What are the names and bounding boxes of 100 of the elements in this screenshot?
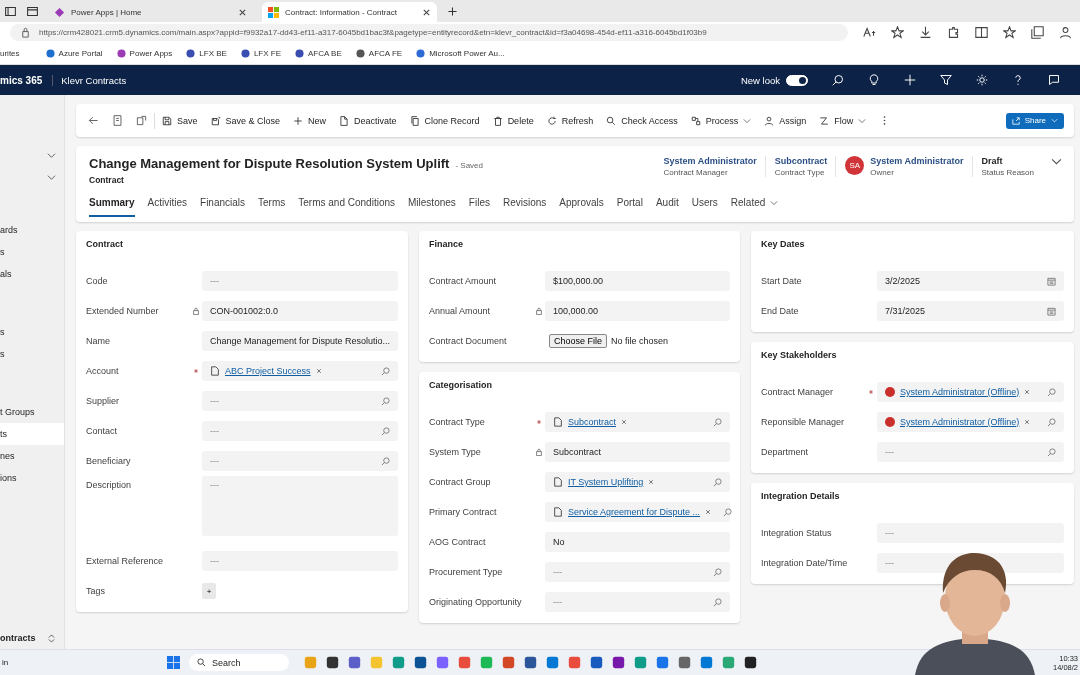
app-icon[interactable] bbox=[326, 656, 339, 669]
filter-icon[interactable] bbox=[940, 74, 952, 86]
chevron-down-icon[interactable] bbox=[47, 151, 56, 160]
browser-tab[interactable]: Contract: Information - Contract bbox=[262, 2, 437, 22]
chat-icon[interactable] bbox=[1048, 74, 1060, 86]
profile-icon[interactable] bbox=[1059, 25, 1072, 39]
lookup-field[interactable]: Service Agreement for Dispute ... bbox=[545, 502, 730, 522]
pop-out-icon[interactable] bbox=[136, 115, 147, 126]
lookup-link[interactable]: Subcontract bbox=[568, 417, 617, 427]
app-name[interactable]: Klevr Contracts bbox=[61, 74, 127, 86]
lookup-field[interactable]: System Administrator (Offline) bbox=[877, 382, 1064, 402]
command-button[interactable]: Delete bbox=[492, 115, 534, 126]
form-tab[interactable]: Approvals bbox=[559, 197, 604, 217]
bookmark[interactable]: AFCA FE bbox=[355, 48, 403, 58]
windows-start-icon[interactable] bbox=[167, 656, 180, 669]
lookup-field[interactable]: IT System Uplifting bbox=[545, 472, 730, 492]
lookup-field[interactable]: ABC Project Success bbox=[202, 361, 398, 381]
browser-tab[interactable]: Power Apps | Home bbox=[48, 2, 253, 22]
chevron-down-icon[interactable] bbox=[47, 173, 56, 182]
remove-icon[interactable] bbox=[1024, 389, 1031, 395]
date-field[interactable]: 7/31/2025 bbox=[877, 301, 1064, 321]
command-button[interactable]: Flow bbox=[819, 115, 867, 126]
product-name[interactable]: mics 365 bbox=[0, 74, 54, 86]
bookmark[interactable]: LFX FE bbox=[240, 48, 281, 58]
calendar-icon[interactable] bbox=[1047, 306, 1056, 316]
command-button[interactable]: Clone Record bbox=[409, 115, 480, 126]
new-look-toggle[interactable] bbox=[786, 74, 808, 86]
split-screen-icon[interactable] bbox=[975, 25, 988, 39]
download-icon[interactable] bbox=[919, 25, 932, 39]
workspaces-icon[interactable] bbox=[4, 4, 17, 18]
lookup-link[interactable]: Service Agreement for Dispute ... bbox=[568, 507, 701, 517]
form-tab[interactable]: Summary bbox=[89, 197, 135, 217]
lookup-field[interactable]: System Administrator (Offline) bbox=[877, 412, 1064, 432]
command-button[interactable]: Assign bbox=[764, 115, 807, 126]
plus-icon[interactable] bbox=[904, 74, 916, 86]
app-icon[interactable] bbox=[744, 656, 757, 669]
form-tab[interactable]: Files bbox=[468, 197, 490, 217]
remove-icon[interactable] bbox=[621, 419, 628, 425]
sidebar-item[interactable]: t Groups bbox=[0, 401, 64, 423]
sidebar-item[interactable]: als bbox=[0, 263, 64, 285]
tab-actions-icon[interactable] bbox=[26, 4, 39, 18]
input-field[interactable]: $100,000.00 bbox=[545, 271, 730, 291]
command-button[interactable]: Deactivate bbox=[339, 115, 397, 126]
sidebar-item[interactable]: ards bbox=[0, 219, 64, 241]
bookmark[interactable]: Power Apps bbox=[116, 48, 173, 58]
sidebar-item[interactable]: s bbox=[0, 321, 64, 343]
bookmark[interactable]: AFCA BE bbox=[295, 48, 342, 58]
lookup-link[interactable]: IT System Uplifting bbox=[568, 477, 644, 487]
share-button[interactable]: Share bbox=[1005, 112, 1064, 129]
taskbar-search[interactable]: Search bbox=[189, 654, 289, 671]
form-tab[interactable]: Financials bbox=[200, 197, 246, 217]
up-down-icon[interactable] bbox=[47, 633, 56, 643]
form-tab[interactable]: Activities bbox=[147, 197, 188, 217]
app-icon[interactable] bbox=[612, 656, 625, 669]
input-field[interactable]: 100,000.00 bbox=[545, 301, 730, 321]
sidebar-item[interactable]: s bbox=[0, 343, 64, 365]
settings-icon[interactable] bbox=[976, 74, 988, 86]
form-tab[interactable]: Milestones bbox=[408, 197, 456, 217]
choose-file-button[interactable]: Choose File bbox=[549, 334, 608, 348]
new-tab-icon[interactable] bbox=[446, 4, 459, 18]
form-tab[interactable]: Terms and Conditions bbox=[298, 197, 395, 217]
command-button[interactable]: Check Access bbox=[606, 115, 678, 126]
read-aloud-icon[interactable] bbox=[863, 25, 876, 39]
input-field[interactable]: Change Management for Dispute Resolutio... bbox=[202, 331, 398, 351]
bookmark[interactable]: Azure Portal bbox=[45, 48, 103, 58]
remove-icon[interactable] bbox=[648, 479, 655, 485]
lookup-link[interactable]: ABC Project Success bbox=[225, 366, 311, 376]
chevron-down-icon[interactable] bbox=[1051, 156, 1062, 167]
help-icon[interactable] bbox=[1012, 74, 1024, 86]
add-tag-button[interactable]: + bbox=[202, 583, 216, 599]
back-arrow-icon[interactable] bbox=[88, 115, 99, 126]
form-tab[interactable]: Users bbox=[691, 197, 718, 217]
input-field[interactable]: No bbox=[545, 532, 730, 552]
command-button[interactable]: Save bbox=[162, 115, 198, 126]
input-field[interactable]: CON-001002:0.0 bbox=[202, 301, 398, 321]
remove-icon[interactable] bbox=[705, 509, 712, 515]
close-icon[interactable] bbox=[238, 7, 247, 17]
form-tab[interactable]: Portal bbox=[616, 197, 643, 217]
area-switcher[interactable]: ontracts bbox=[0, 633, 36, 643]
collections-icon[interactable] bbox=[1031, 25, 1044, 39]
form-tab[interactable]: Revisions bbox=[502, 197, 547, 217]
sidebar-item[interactable]: ions bbox=[0, 467, 64, 489]
form-tab[interactable]: Audit bbox=[655, 197, 679, 217]
form-icon[interactable] bbox=[112, 115, 123, 126]
remove-icon[interactable] bbox=[315, 368, 322, 374]
address-bar[interactable]: https://crm428021.crm5.dynamics.com/main.aspx?appid=f9932a17-dd43-ef11-a317-6045bd1bac3f&pagetype=entityrecord&etn=klevr_contract&id=f3a04698-454d-ef11-a316-6045bd1f03b9 bbox=[10, 23, 848, 41]
extension-icon[interactable] bbox=[947, 25, 960, 39]
form-tab[interactable]: Terms bbox=[258, 197, 286, 217]
sidebar-item[interactable]: nes bbox=[0, 445, 64, 467]
lookup-link[interactable]: System Administrator (Offline) bbox=[900, 417, 1020, 427]
sidebar-item[interactable]: s bbox=[0, 241, 64, 263]
command-button[interactable]: Process bbox=[690, 115, 752, 126]
form-tab[interactable]: Related bbox=[730, 197, 779, 217]
calendar-icon[interactable] bbox=[1047, 276, 1056, 286]
favorites-icon[interactable] bbox=[1003, 25, 1016, 39]
bookmark[interactable]: Microsoft Power Au... bbox=[416, 48, 505, 58]
input-field[interactable]: Subcontract bbox=[545, 442, 730, 462]
date-field[interactable]: 3/2/2025 bbox=[877, 271, 1064, 291]
app-icon[interactable] bbox=[414, 656, 427, 669]
bookmark[interactable]: LFX BE bbox=[186, 48, 227, 58]
